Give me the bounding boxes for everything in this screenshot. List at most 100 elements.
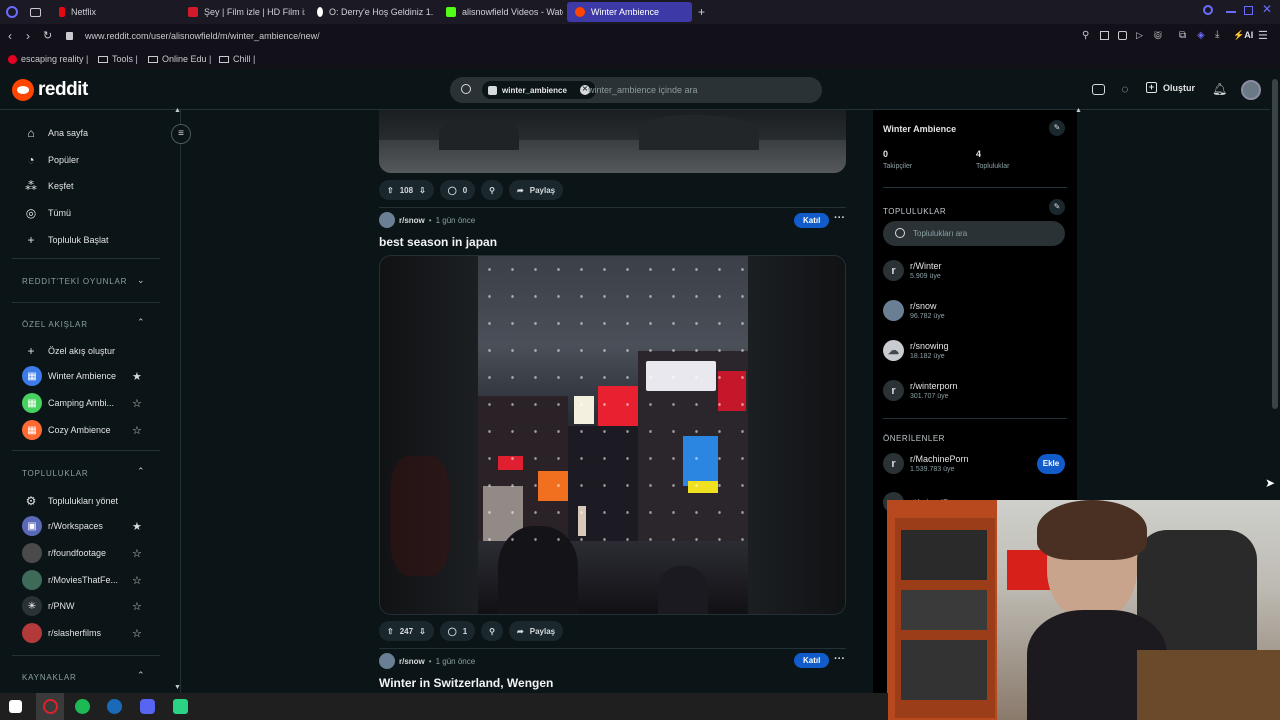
spotify-icon[interactable] [75,699,90,714]
community-row-snow[interactable]: r/snow 96.782 üye [883,300,945,321]
award-button[interactable]: ⚲ [481,621,504,641]
bookmark-tools[interactable]: Tools | [98,54,138,64]
feed-item-winter-ambience[interactable]: ▦ Winter Ambience ★ [22,366,157,386]
scroll-up-icon[interactable]: ▲ [1075,107,1082,114]
pin-icon[interactable]: ⚲ [1082,30,1089,41]
resources-section-header[interactable]: KAYNAKLAR [22,673,77,682]
chevron-up-icon[interactable]: ⌃ [137,670,145,681]
upvote-icon[interactable]: ⇧ [387,186,394,195]
browser-logo-icon[interactable] [6,6,18,18]
bookmark-escaping-reality[interactable]: escaping reality | [8,54,88,64]
reload-icon[interactable]: ↻ [43,29,52,42]
community-search-input[interactable]: Toplulukları ara [883,221,1065,246]
star-outline-icon[interactable]: ☆ [132,397,142,410]
community-item-foundfootage[interactable]: r/foundfootage ☆ [22,543,157,563]
star-filled-icon[interactable]: ★ [132,370,142,383]
close-icon[interactable]: ✕ [1262,2,1272,16]
bell-icon[interactable]: 🔔︎ [1212,82,1227,96]
ai-button[interactable]: ⚡AI [1233,30,1253,41]
feed-item-cozy-ambience[interactable]: ▦ Cozy Ambience ☆ [22,420,157,440]
sidebar-toggle-icon[interactable] [30,7,41,17]
chevron-down-icon[interactable]: ⌄ [137,275,145,286]
url-text[interactable]: www.reddit.com/user/alisnowfield/m/winte… [85,31,320,41]
community-row-winter[interactable]: r r/Winter 5.909 üye [883,260,942,281]
feed-item-camping-ambience[interactable]: ▦ Camping Ambi... ☆ [22,393,157,413]
tab-kick[interactable]: alisnowfield Videos - Watc [438,2,563,22]
subreddit-link[interactable]: r/snow [399,657,425,666]
back-icon[interactable]: ‹ [8,29,12,43]
discord-icon[interactable] [140,699,155,714]
search-input[interactable]: winter_ambience içinde ara [588,85,698,95]
avatar[interactable] [1241,80,1261,100]
screenshot-icon[interactable] [1100,31,1109,40]
community-item-workspaces[interactable]: ▣ r/Workspaces ★ [22,516,157,536]
add-button[interactable]: Ekle [1037,454,1065,474]
chevron-up-icon[interactable]: ⌃ [137,317,145,328]
star-outline-icon[interactable]: ☆ [132,627,142,640]
post-image[interactable] [379,255,846,615]
scrollbar-thumb[interactable] [1272,79,1278,409]
downvote-icon[interactable]: ⇩ [419,186,426,195]
search-tabs-icon[interactable] [1203,5,1213,15]
sidebar-item-all[interactable]: ◎ Tümü [24,206,71,220]
search-scope-chip[interactable]: winter_ambience ✕ [482,81,596,99]
search-bar[interactable]: winter_ambience ✕ winter_ambience içinde… [450,77,822,103]
star-filled-icon[interactable]: ★ [132,520,142,533]
sidebar-item-start-community[interactable]: + Topluluk Başlat [24,233,108,247]
community-row-winterporn[interactable]: r r/winterporn 301.707 üye [883,380,958,401]
subreddit-link[interactable]: r/snow [399,216,425,225]
community-item-moviesthatfeel[interactable]: r/MoviesThatFe... ☆ [22,570,157,590]
play-icon[interactable]: ▷ [1136,30,1143,41]
comments-button[interactable]: ◯ 0 [439,180,476,200]
reddit-logo[interactable]: reddit [12,79,88,101]
edit-icon[interactable]: ✎ [1049,120,1065,136]
more-options-icon[interactable]: ··· [834,653,845,665]
games-section-header[interactable]: REDDIT'TEKİ OYUNLAR [22,277,127,286]
communities-section-header[interactable]: TOPLULUKLAR [22,469,88,478]
join-button[interactable]: Katıl [794,653,830,668]
bookmark-chill[interactable]: Chill | [219,54,255,64]
post-media[interactable] [379,110,846,173]
vpn-icon[interactable] [1118,31,1127,40]
star-outline-icon[interactable]: ☆ [132,424,142,437]
minimize-icon[interactable] [1226,11,1236,13]
star-outline-icon[interactable]: ☆ [132,547,142,560]
subreddit-avatar[interactable] [379,653,395,669]
download-icon[interactable]: ⤓ [1215,29,1219,40]
chat-icon[interactable]: ◌ [1118,82,1132,96]
join-button[interactable]: Katıl [794,213,830,228]
chevron-up-icon[interactable]: ⌃ [137,466,145,477]
manage-communities-button[interactable]: ⚙ Toplulukları yönet [24,494,118,508]
create-feed-button[interactable]: + Özel akış oluştur [24,344,115,358]
sidebar-item-popular[interactable]: ◔ Popüler [24,153,79,167]
page-scrollbar[interactable] [1270,69,1280,500]
award-button[interactable]: ⚲ [481,180,504,200]
tab-film[interactable]: Şey | Film izle | HD Film iz [180,2,305,22]
share-button[interactable]: ➦ Paylaş [509,180,564,200]
opera-icon[interactable] [43,699,58,714]
star-outline-icon[interactable]: ☆ [132,600,142,613]
community-item-pnw[interactable]: ✳ r/PNW ☆ [22,596,157,616]
new-tab-icon[interactable]: + [698,5,705,19]
maximize-icon[interactable] [1244,6,1253,15]
ads-icon[interactable] [1092,84,1105,95]
bookmark-online-edu[interactable]: Online Edu | [148,54,211,64]
post-title[interactable]: Winter in Switzerland, Wengen [379,676,553,690]
scroll-down-icon[interactable]: ▼ [174,684,181,691]
extensions-icon[interactable]: ⧉ [1179,30,1186,41]
windows-start-icon[interactable] [9,700,22,713]
share-button[interactable]: ➦ Paylaş [509,621,564,641]
community-row-snowing[interactable]: ☁ r/snowing 18.182 üye [883,340,949,361]
upvote-icon[interactable]: ⇧ [387,627,394,636]
tab-derry[interactable]: O: Derry'e Hoş Geldiniz 1. [309,2,434,22]
suggested-row-machineporn[interactable]: r r/MachinePorn 1.539.783 üye [883,453,969,474]
steam-icon[interactable] [107,699,122,714]
edit-communities-icon[interactable]: ✎ [1049,199,1065,215]
sidebar-collapse-button[interactable]: ≡ [171,124,191,144]
feeds-section-header[interactable]: ÖZEL AKIŞLAR [22,320,88,329]
more-options-icon[interactable]: ··· [834,212,845,224]
tab-netflix[interactable]: Netflix [51,2,176,22]
forward-icon[interactable]: › [26,29,30,43]
community-item-slasherfilms[interactable]: r/slasherfilms ☆ [22,623,157,643]
comments-button[interactable]: ◯ 1 [439,621,476,641]
